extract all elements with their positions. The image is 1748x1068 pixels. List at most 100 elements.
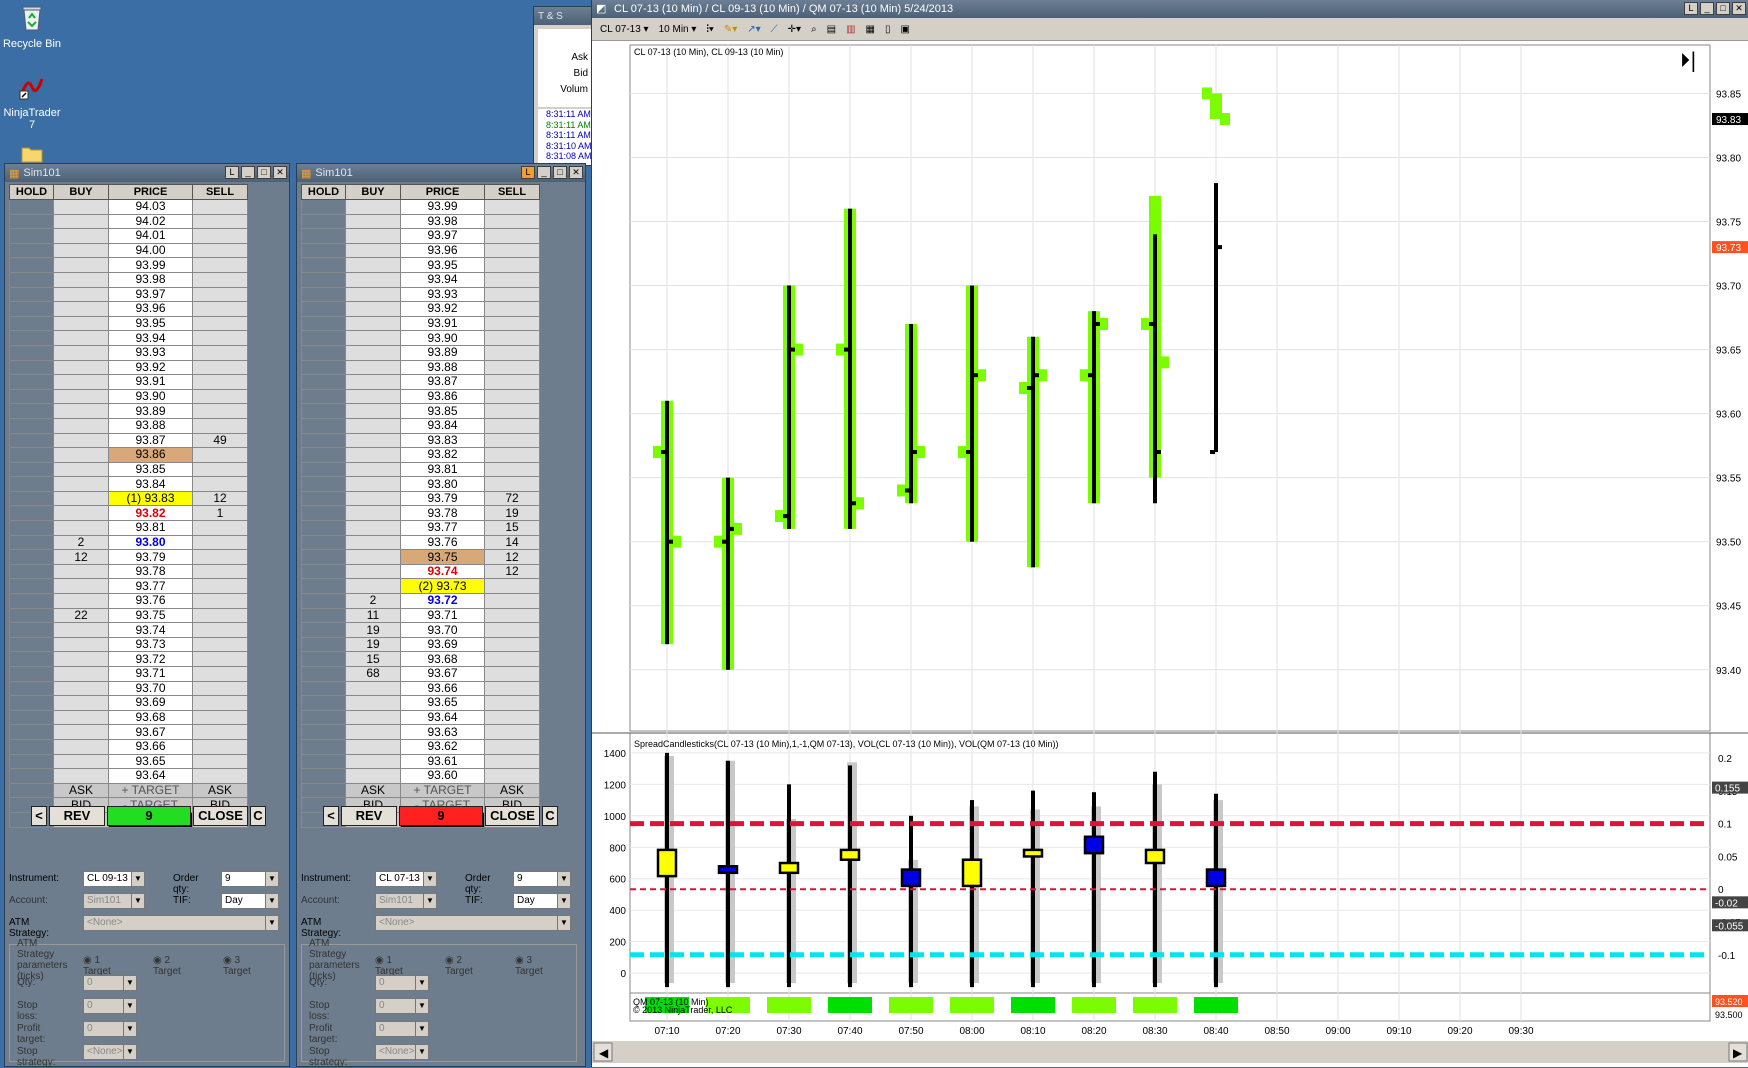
buy-cell[interactable] [53, 286, 109, 303]
sell-cell[interactable] [192, 738, 248, 755]
buy-cell[interactable] [53, 651, 109, 667]
sell-cell[interactable] [192, 622, 248, 638]
cancel-orders-button[interactable]: C [542, 806, 558, 826]
footer-buy-cell[interactable]: ASK [53, 782, 109, 799]
sell-cell[interactable] [192, 607, 248, 624]
sell-cell[interactable] [192, 549, 248, 565]
buy-cell[interactable] [53, 374, 109, 390]
sell-cell[interactable] [192, 695, 248, 711]
drawing-tool-icon[interactable]: ↗▾ [747, 24, 760, 35]
chart-titlebar[interactable]: ◩ CL 07-13 (10 Min) / CL 09-13 (10 Min) … [592, 0, 1748, 18]
sell-cell[interactable] [192, 199, 248, 215]
target-radio-1[interactable]: ◉ 1 Target [375, 955, 403, 977]
buy-cell[interactable] [53, 593, 109, 609]
buy-cell[interactable] [345, 724, 401, 740]
sell-cell[interactable] [192, 403, 248, 419]
link-button[interactable]: L [225, 166, 239, 179]
buy-cell[interactable]: 2 [345, 593, 401, 609]
buy-cell[interactable] [345, 286, 401, 303]
buy-cell[interactable] [53, 520, 109, 536]
sell-cell[interactable] [192, 520, 248, 536]
minimize-button[interactable]: _ [537, 166, 551, 179]
sell-cell[interactable] [192, 388, 248, 405]
buy-cell[interactable] [53, 301, 109, 317]
sell-cell[interactable] [192, 359, 248, 376]
buy-cell[interactable] [53, 315, 109, 332]
close-position-button[interactable]: CLOSE [193, 806, 248, 826]
buy-cell[interactable] [53, 768, 109, 784]
sell-cell[interactable] [192, 447, 248, 463]
dom-window-left[interactable]: ▦ Sim101 L _ □ ✕ HOLD BUY PRICE SELL 94.03 94… [4, 163, 290, 1068]
buy-cell[interactable] [345, 680, 401, 697]
buy-cell[interactable] [345, 432, 401, 449]
sell-cell[interactable] [484, 228, 540, 244]
buy-cell[interactable] [345, 695, 401, 711]
sell-cell[interactable] [192, 315, 248, 332]
buy-cell[interactable] [53, 490, 109, 507]
buy-cell[interactable] [53, 257, 109, 273]
buy-cell[interactable] [345, 505, 401, 522]
tif-select[interactable]: Day ▼ [513, 893, 571, 909]
buy-cell[interactable] [345, 490, 401, 507]
buy-cell[interactable] [345, 213, 401, 230]
buy-cell[interactable] [345, 476, 401, 492]
close-position-button[interactable]: CLOSE [485, 806, 540, 826]
buy-cell[interactable] [53, 563, 109, 580]
buy-cell[interactable] [53, 199, 109, 215]
sell-cell[interactable]: 14 [484, 534, 540, 551]
price-ladder[interactable]: HOLD BUY PRICE SELL 93.99 93.98 93.97 93.96 93.9… [301, 184, 540, 828]
sell-cell[interactable] [192, 636, 248, 653]
sell-cell[interactable] [484, 359, 540, 376]
maximize-button[interactable]: □ [257, 166, 271, 179]
buy-cell[interactable] [53, 330, 109, 346]
target-cell[interactable]: + TARGET [400, 782, 485, 799]
sell-cell[interactable] [192, 476, 248, 492]
indicators-icon[interactable]: ▥ [846, 24, 855, 35]
buy-cell[interactable] [53, 461, 109, 478]
instrument-select[interactable]: CL 07-13 ▼ [375, 871, 437, 887]
minimize-button[interactable]: _ [1700, 2, 1714, 15]
properties-icon[interactable]: ▤ [827, 24, 836, 35]
buy-cell[interactable]: 11 [345, 607, 401, 624]
order-qty-stepper[interactable]: 9 ▼ [513, 871, 571, 887]
buy-cell[interactable] [53, 359, 109, 376]
sell-cell[interactable] [192, 417, 248, 434]
buy-cell[interactable] [345, 242, 401, 259]
buy-cell[interactable] [345, 403, 401, 419]
buy-cell[interactable] [345, 374, 401, 390]
buy-cell[interactable] [53, 447, 109, 463]
buy-cell[interactable] [53, 695, 109, 711]
sell-cell[interactable] [484, 695, 540, 711]
cancel-orders-button[interactable]: C [250, 806, 266, 826]
desktop-icon-recycle-bin[interactable]: Recycle Bin [0, 4, 64, 50]
buy-cell[interactable] [345, 549, 401, 565]
buy-cell[interactable] [53, 388, 109, 405]
ts-titlebar[interactable]: T & S [534, 7, 592, 25]
sell-cell[interactable]: 15 [484, 520, 540, 536]
buy-cell[interactable] [53, 680, 109, 697]
data-box-icon[interactable]: ▯ [885, 24, 891, 35]
sell-cell[interactable] [484, 738, 540, 755]
sell-cell[interactable] [484, 432, 540, 449]
dom-titlebar[interactable]: ▦ Sim101 L _ □ ✕ [5, 164, 289, 182]
reverse-button[interactable]: REV [49, 806, 105, 826]
buy-cell[interactable] [345, 768, 401, 784]
buy-cell[interactable] [345, 461, 401, 478]
sell-cell[interactable] [192, 242, 248, 259]
sell-cell[interactable] [192, 753, 248, 770]
scroll-left-button[interactable]: < [323, 806, 339, 826]
sell-cell[interactable] [484, 213, 540, 230]
bar-type-icon[interactable]: ⫶▾ [706, 24, 713, 35]
sell-cell[interactable] [192, 666, 248, 682]
buy-cell[interactable] [53, 753, 109, 770]
horizontal-scrollbar[interactable] [592, 1041, 1748, 1063]
sell-cell[interactable] [192, 330, 248, 346]
dom-titlebar[interactable]: ▦ Sim101 L _ □ ✕ [297, 164, 585, 182]
buy-cell[interactable] [345, 578, 401, 595]
sell-cell[interactable] [484, 286, 540, 303]
sell-cell[interactable] [484, 344, 540, 361]
sell-cell[interactable] [192, 374, 248, 390]
chart-trader-icon[interactable]: ▣ [901, 24, 910, 35]
chart-window[interactable]: ◩ CL 07-13 (10 Min) / CL 09-13 (10 Min) … [591, 0, 1748, 1067]
sell-cell[interactable] [484, 447, 540, 463]
